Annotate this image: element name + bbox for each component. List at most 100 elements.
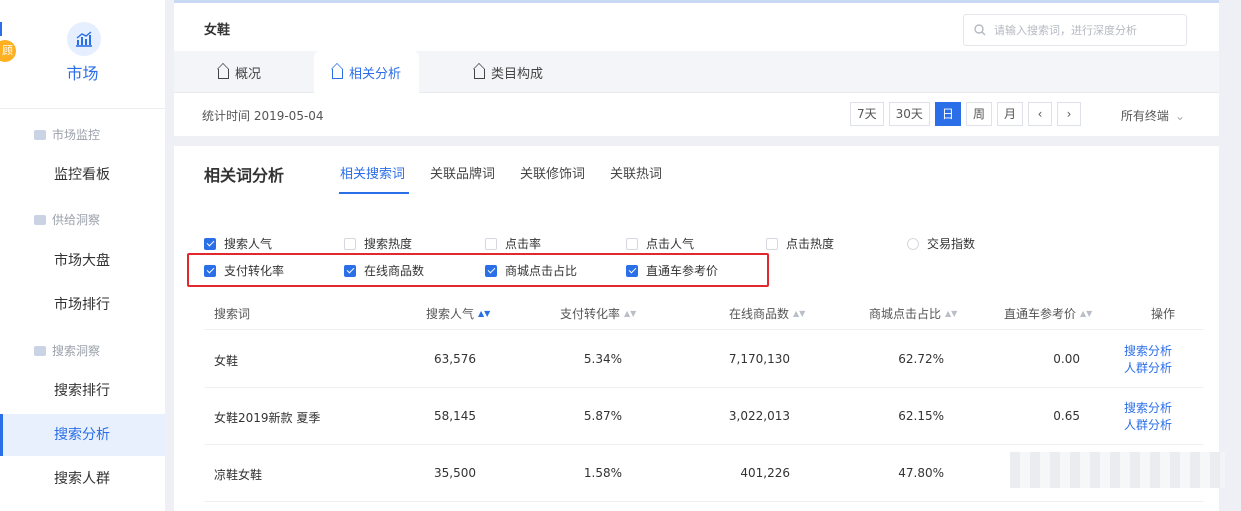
period-selector: 7天 30天 日 周 月 ‹ › <box>850 102 1081 126</box>
next-button[interactable]: › <box>1056 102 1081 126</box>
column-label: 直通车参考价 <box>1004 307 1077 321</box>
row-actions: 搜索分析 人群分析 <box>1124 400 1172 434</box>
sidebar-item-market-ranking[interactable]: 市场排行 <box>0 284 165 326</box>
cell-popularity: 58,145 <box>434 409 476 423</box>
search-analysis-link[interactable]: 搜索分析 <box>1124 343 1172 360</box>
folder-icon <box>34 345 46 356</box>
column-header: 搜索词 <box>214 305 250 322</box>
column-label: 搜索词 <box>214 307 251 321</box>
checkbox[interactable] <box>626 237 638 250</box>
analysis-title: 相关词分析 <box>204 166 285 185</box>
period-7d-button[interactable]: 7天 <box>850 102 884 126</box>
period-week-button[interactable]: 周 <box>965 102 992 126</box>
folder-icon <box>34 129 46 140</box>
column-header[interactable]: 搜索人气 ▲▼ <box>426 305 490 322</box>
subtab-brand-terms[interactable]: 关联品牌词 <box>430 163 495 182</box>
metric-label: 搜索热度 <box>364 237 413 251</box>
tab-overview[interactable]: 概况 <box>218 51 261 93</box>
sidebar-edge-indicator <box>0 22 2 36</box>
sidebar-group-label: 市场监控 <box>52 128 101 142</box>
column-header[interactable]: 支付转化率 ▲▼ <box>560 305 636 322</box>
tabs-bar: 概况 相关分析 类目构成 <box>174 51 1219 94</box>
column-label: 支付转化率 <box>560 307 621 321</box>
metric-search-heat[interactable]: 搜索热度 <box>344 235 412 252</box>
metric-search-popularity[interactable]: 搜索人气 <box>204 235 272 252</box>
search-analysis-link[interactable]: 搜索分析 <box>1124 400 1172 417</box>
market-chart-icon[interactable] <box>67 22 101 56</box>
sidebar-group-label: 搜索洞察 <box>52 344 101 358</box>
metric-click-rate[interactable]: 点击率 <box>485 235 541 252</box>
top-panel: 女鞋 请输入搜索词，进行深度分析 概况 相关分析 类目构成 统计时间 2019-… <box>174 0 1219 136</box>
checkbox[interactable] <box>766 237 778 250</box>
metric-trade-index[interactable]: 交易指数 <box>907 235 975 252</box>
column-label: 在线商品数 <box>729 307 790 321</box>
tab-category-composition[interactable]: 类目构成 <box>474 51 543 93</box>
column-header[interactable]: 商城点击占比 ▲▼ <box>869 305 957 322</box>
column-header[interactable]: 直通车参考价 ▲▼ <box>1004 305 1092 322</box>
cell-mall-ratio: 62.72% <box>898 352 944 366</box>
page-title: 女鞋 <box>204 23 231 38</box>
metric-label: 点击率 <box>505 237 542 251</box>
sidebar-group-supply-insight[interactable]: 供给洞察 <box>34 211 100 228</box>
sidebar-item-market-overview[interactable]: 市场大盘 <box>0 240 165 282</box>
folder-icon <box>34 214 46 225</box>
terminal-select[interactable]: 所有终端 ⌄ <box>1121 107 1185 124</box>
metric-click-popularity[interactable]: 点击人气 <box>626 235 694 252</box>
sidebar-group-label: 供给洞察 <box>52 213 101 227</box>
prev-button[interactable]: ‹ <box>1027 102 1052 126</box>
period-day-button[interactable]: 日 <box>934 102 961 126</box>
cell-conversion: 5.34% <box>583 352 622 366</box>
annotation-highlight-box <box>187 253 769 287</box>
cell-term: 凉鞋女鞋 <box>214 468 263 482</box>
period-month-button[interactable]: 月 <box>996 102 1023 126</box>
column-header: 操作 <box>1151 305 1175 322</box>
sidebar-title[interactable]: 市场 <box>0 60 165 84</box>
sidebar-item-monitor-board[interactable]: 监控看板 <box>0 154 165 196</box>
cell-price: 0.00 <box>1053 352 1080 366</box>
sort-icon[interactable]: ▲▼ <box>945 309 957 318</box>
metric-label: 点击热度 <box>786 237 835 251</box>
home-icon <box>332 69 343 79</box>
tab-related-analysis[interactable]: 相关分析 <box>314 51 420 94</box>
subtab-indicator <box>339 192 409 194</box>
crowd-analysis-link[interactable]: 人群分析 <box>1124 360 1172 377</box>
sidebar-item-search-analysis[interactable]: 搜索分析 <box>0 414 165 456</box>
checkbox[interactable] <box>907 237 919 250</box>
search-placeholder: 请输入搜索词，进行深度分析 <box>994 24 1137 37</box>
cell-popularity: 63,576 <box>434 352 476 366</box>
cell-products: 3,022,013 <box>728 409 790 423</box>
notification-badge[interactable]: 顾 <box>0 40 16 62</box>
subtab-hot-terms[interactable]: 关联热词 <box>610 163 662 182</box>
period-30d-button[interactable]: 30天 <box>888 102 930 126</box>
sort-icon[interactable]: ▲▼ <box>624 309 636 318</box>
checkbox[interactable] <box>485 237 497 250</box>
subtab-modifier-terms[interactable]: 关联修饰词 <box>520 163 585 182</box>
column-header[interactable]: 在线商品数 ▲▼ <box>729 305 805 322</box>
column-label: 商城点击占比 <box>869 307 942 321</box>
cell-term: 女鞋 <box>214 354 239 368</box>
sidebar-item-search-crowd[interactable]: 搜索人群 <box>0 458 165 500</box>
table-header: 搜索词 搜索人气 ▲▼ 支付转化率 ▲▼ 在线商品数 ▲▼ 商城点击占比 ▲▼ 直通车参… <box>204 294 1204 330</box>
cell-products: 401,226 <box>740 466 790 480</box>
checkbox[interactable] <box>204 237 216 250</box>
cell-conversion: 1.58% <box>583 466 622 480</box>
cell-popularity: 35,500 <box>434 466 476 480</box>
tab-label: 概况 <box>235 66 262 82</box>
crowd-analysis-link[interactable]: 人群分析 <box>1124 417 1172 434</box>
sort-icon[interactable]: ▲▼ <box>478 309 490 318</box>
sidebar-group-market-monitor[interactable]: 市场监控 <box>34 126 100 143</box>
metric-label: 搜索人气 <box>224 237 273 251</box>
checkbox[interactable] <box>344 237 356 250</box>
sort-icon[interactable]: ▲▼ <box>1080 309 1092 318</box>
sidebar-item-search-ranking[interactable]: 搜索排行 <box>0 370 165 412</box>
cell-mall-ratio: 47.80% <box>898 466 944 480</box>
search-input[interactable]: 请输入搜索词，进行深度分析 <box>963 14 1187 46</box>
sidebar-group-search-insight[interactable]: 搜索洞察 <box>34 342 100 359</box>
table-row: 女鞋2019新款 夏季 58,145 5.87% 3,022,013 62.15… <box>204 388 1204 445</box>
home-icon <box>474 68 485 79</box>
subtab-related-search-terms[interactable]: 相关搜索词 <box>340 163 405 182</box>
home-icon <box>218 68 229 79</box>
cell-term: 女鞋2019新款 夏季 <box>214 411 321 425</box>
sort-icon[interactable]: ▲▼ <box>793 309 805 318</box>
metric-click-heat[interactable]: 点击热度 <box>766 235 834 252</box>
